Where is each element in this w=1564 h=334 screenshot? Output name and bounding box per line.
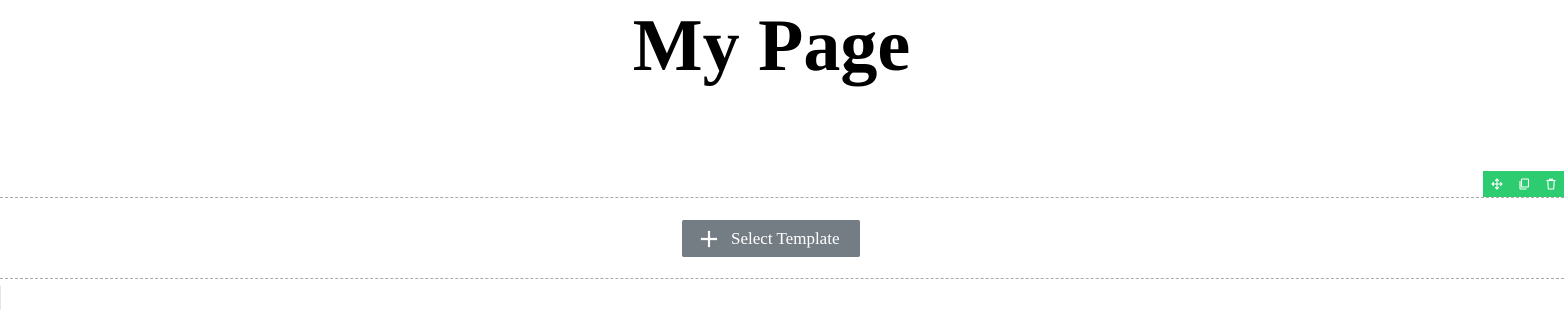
page-title: My Page bbox=[632, 5, 911, 87]
section-toolbar bbox=[1483, 171, 1564, 197]
next-section-edge bbox=[0, 286, 1, 310]
select-template-button[interactable]: Select Template bbox=[682, 220, 860, 257]
select-template-label: Select Template bbox=[731, 228, 840, 248]
delete-button[interactable] bbox=[1537, 171, 1564, 197]
plus-icon bbox=[700, 230, 718, 248]
clone-icon bbox=[1518, 178, 1529, 190]
clone-button[interactable] bbox=[1510, 171, 1537, 197]
move-button[interactable] bbox=[1483, 171, 1510, 197]
move-icon bbox=[1490, 178, 1503, 190]
trash-icon bbox=[1546, 178, 1555, 190]
